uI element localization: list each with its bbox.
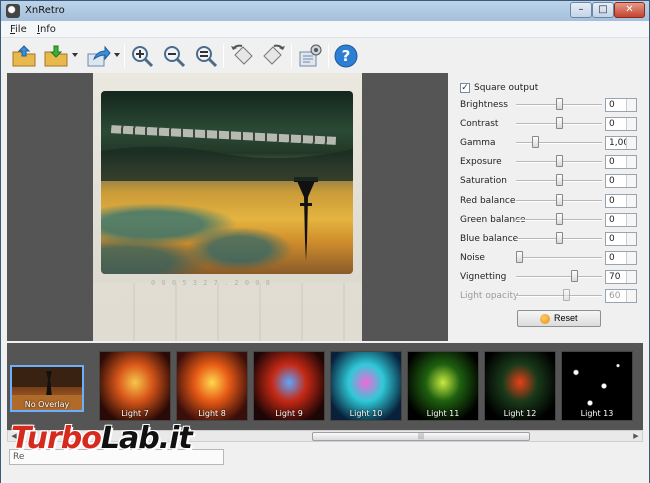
eiffel-tower-image	[101, 146, 353, 261]
help-icon[interactable]: ?	[333, 43, 359, 69]
adjustment-slider-track	[516, 295, 602, 297]
adjustment-slider-thumb[interactable]	[556, 98, 563, 110]
no-overlay-thumbnail[interactable]: No Overlay	[10, 365, 84, 412]
adjustment-spinbox: 60	[605, 289, 637, 303]
adjustment-slider-thumb[interactable]	[516, 251, 523, 263]
adjustment-slider-thumb[interactable]	[556, 117, 563, 129]
reset-icon	[540, 314, 550, 324]
adjustment-label: Vignetting	[460, 272, 507, 282]
adjustment-spinbox[interactable]: 0	[605, 117, 637, 131]
overlay-label: Light 12	[503, 409, 537, 418]
adjustment-slider-thumb	[563, 289, 570, 301]
scroll-right-arrow[interactable]: ▶	[631, 432, 641, 441]
toolbar-separator	[328, 44, 329, 68]
overlay-thumbnail[interactable]: Light 8	[176, 351, 248, 421]
save-dropdown-icon[interactable]	[72, 53, 78, 57]
toolbar: ?	[1, 38, 649, 72]
app-window: XnRetro – □ ✕ File Info ? 0 0 0 5 3 2 7 …	[0, 0, 650, 483]
adjustments-panel: ✓ Square output Brightness 0 Contrast 0 Gamm…	[450, 73, 644, 341]
save-folder-icon[interactable]	[43, 43, 69, 69]
app-logo-icon	[6, 4, 20, 18]
adjustment-label: Noise	[460, 253, 485, 263]
menu-info[interactable]: Info	[37, 24, 56, 35]
adjustment-spinbox[interactable]: 0	[605, 232, 637, 246]
photo-frame: 0 0 0 5 3 2 7 . 2 0 0 8	[93, 73, 362, 341]
scroll-thumb[interactable]: |||	[312, 432, 530, 441]
square-output-checkbox[interactable]: ✓	[460, 83, 470, 93]
toolbar-separator	[124, 44, 125, 68]
adjustment-spinbox[interactable]: 0	[605, 213, 637, 227]
maximize-button[interactable]: □	[592, 2, 614, 18]
adjustment-spinbox[interactable]: 70	[605, 270, 637, 284]
adjustment-spinbox[interactable]: 0	[605, 251, 637, 265]
overlay-thumbnail[interactable]: Light 11	[407, 351, 479, 421]
adjustment-spinbox[interactable]: 0	[605, 98, 637, 112]
menu-bar: File Info	[1, 21, 649, 38]
retro-photo	[101, 91, 353, 274]
rotate-right-icon[interactable]	[261, 43, 287, 69]
adjustment-slider-thumb[interactable]	[556, 194, 563, 206]
adjustment-slider-thumb[interactable]	[556, 213, 563, 225]
adjustment-label: Brightness	[460, 100, 508, 110]
toolbar-separator	[291, 44, 292, 68]
image-canvas[interactable]: 0 0 0 5 3 2 7 . 2 0 0 8	[7, 73, 448, 341]
overlay-label: Light 11	[426, 409, 460, 418]
overlay-strip: No Overlay Light 7 Light 8 Light 9 Light 10…	[7, 343, 643, 430]
photo-strip	[93, 283, 362, 341]
zoom-out-icon[interactable]	[161, 43, 187, 69]
no-overlay-label: No Overlay	[24, 400, 70, 409]
overlay-thumbnail[interactable]: Light 12	[484, 351, 556, 421]
toolbar-separator	[223, 44, 224, 68]
adjustment-label: Gamma	[460, 138, 496, 148]
share-dropdown-icon[interactable]	[114, 53, 120, 57]
open-folder-icon[interactable]	[11, 43, 37, 69]
overlay-label: Light 13	[580, 409, 614, 418]
reset-button[interactable]: Reset	[517, 310, 601, 327]
overlay-label: Light 7	[121, 409, 149, 418]
minimize-button[interactable]: –	[570, 2, 592, 18]
overlay-label: Light 10	[349, 409, 383, 418]
adjustment-slider-thumb[interactable]	[556, 155, 563, 167]
rotate-left-icon[interactable]	[229, 43, 255, 69]
photo-date-stamp: 0 0 0 5 3 2 7 . 2 0 0 8	[151, 279, 271, 287]
title-bar[interactable]: XnRetro – □ ✕	[1, 1, 649, 21]
adjustment-label: Saturation	[460, 176, 507, 186]
overlay-label: Light 9	[275, 409, 303, 418]
overlay-thumbnail[interactable]: Light 13	[561, 351, 633, 421]
adjustment-spinbox[interactable]: 1,00	[605, 136, 637, 150]
adjustment-label: Contrast	[460, 119, 499, 129]
overlay-thumbnail[interactable]: Light 9	[253, 351, 325, 421]
adjustment-label: Exposure	[460, 157, 502, 167]
adjustment-spinbox[interactable]: 0	[605, 155, 637, 169]
share-icon[interactable]	[85, 43, 111, 69]
overlay-thumbnail[interactable]: Light 10	[330, 351, 402, 421]
adjustment-slider-thumb[interactable]	[532, 136, 539, 148]
adjustment-label: Red balance	[460, 196, 516, 206]
overlay-label: Light 8	[198, 409, 226, 418]
close-button[interactable]: ✕	[614, 2, 645, 18]
adjustment-slider-thumb[interactable]	[556, 174, 563, 186]
adjustment-label: Light opacity	[460, 291, 519, 301]
turbolab-watermark: TurboLab.it	[11, 421, 193, 456]
menu-file[interactable]: File	[10, 24, 27, 35]
adjustment-slider-track[interactable]	[516, 276, 602, 278]
square-output-label: Square output	[474, 83, 539, 93]
overlay-thumbnail[interactable]: Light 7	[99, 351, 171, 421]
adjustment-label: Blue balance	[460, 234, 519, 244]
adjustment-spinbox[interactable]: 0	[605, 194, 637, 208]
zoom-fit-icon[interactable]	[193, 43, 219, 69]
zoom-in-icon[interactable]	[129, 43, 155, 69]
adjustment-slider-thumb[interactable]	[571, 270, 578, 282]
adjustment-spinbox[interactable]: 0	[605, 174, 637, 188]
adjustment-slider-track[interactable]	[516, 142, 602, 144]
settings-icon[interactable]	[297, 43, 323, 69]
adjustment-slider-thumb[interactable]	[556, 232, 563, 244]
window-title: XnRetro	[25, 5, 65, 16]
adjustment-slider-track[interactable]	[516, 257, 602, 259]
svg-text:?: ?	[342, 47, 351, 65]
